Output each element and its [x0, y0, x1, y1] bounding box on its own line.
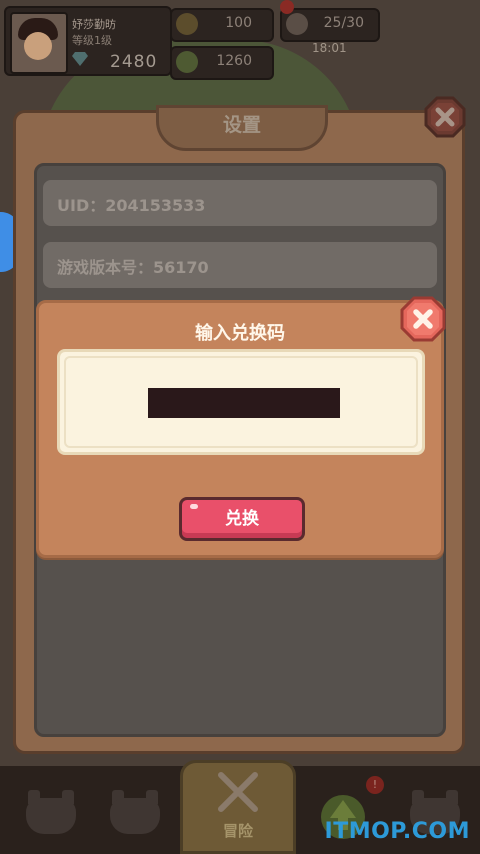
- settings-title-plate: 设置: [156, 105, 328, 151]
- avatar[interactable]: [10, 12, 68, 74]
- gem-icon: [176, 51, 198, 73]
- nav-pet-1[interactable]: [8, 782, 94, 844]
- player-card[interactable]: 妤莎勤昉 等级1级 2480: [4, 6, 172, 76]
- version-row: 游戏版本号：56170: [43, 242, 437, 288]
- uid-text: UID：204153533: [57, 196, 206, 215]
- stamina-icon: [286, 13, 308, 35]
- code-box[interactable]: [57, 349, 425, 455]
- gem-counter[interactable]: 1260: [170, 46, 274, 80]
- stamina-plus-badge[interactable]: [280, 0, 294, 14]
- gem-count: 1260: [216, 53, 252, 69]
- redeem-button-label: 兑换: [225, 509, 259, 529]
- coin-icon: [176, 13, 198, 35]
- button-shine: [190, 504, 198, 509]
- redeem-dialog: 输入兑换码 兑换: [36, 300, 444, 558]
- pet-icon: [110, 798, 160, 834]
- nav-adventure[interactable]: 冒险: [180, 760, 296, 854]
- crossed-swords-icon: [218, 772, 258, 812]
- avatar-face: [24, 32, 52, 60]
- version-text: 游戏版本号：56170: [57, 258, 209, 277]
- settings-title: 设置: [222, 114, 261, 136]
- stamina-counter[interactable]: 25/30: [280, 8, 380, 42]
- nav-pet-2[interactable]: [92, 782, 178, 844]
- stamina-count: 25/30: [323, 15, 364, 31]
- diamond-count: 2480: [110, 52, 158, 72]
- diamond-icon: [72, 52, 88, 66]
- settings-close-icon[interactable]: [424, 96, 466, 138]
- uid-row: UID：204153533: [43, 180, 437, 226]
- pet-icon: [26, 798, 76, 834]
- nav-alert-badge: !: [366, 776, 384, 794]
- redeem-title: 输入兑换码: [195, 323, 285, 344]
- watermark: ITMOP.COM: [324, 819, 470, 844]
- nav-adventure-label: 冒险: [222, 822, 253, 840]
- player-name: 妤莎勤昉: [72, 18, 116, 31]
- redeem-close-icon[interactable]: [400, 296, 446, 342]
- coin-counter[interactable]: 100: [170, 8, 274, 42]
- redeem-code-input[interactable]: [148, 388, 340, 418]
- player-level: 等级1级: [72, 34, 112, 47]
- redeem-button[interactable]: 兑换: [179, 497, 305, 541]
- coin-count: 100: [225, 15, 252, 31]
- stamina-timer: 18:01: [312, 41, 347, 55]
